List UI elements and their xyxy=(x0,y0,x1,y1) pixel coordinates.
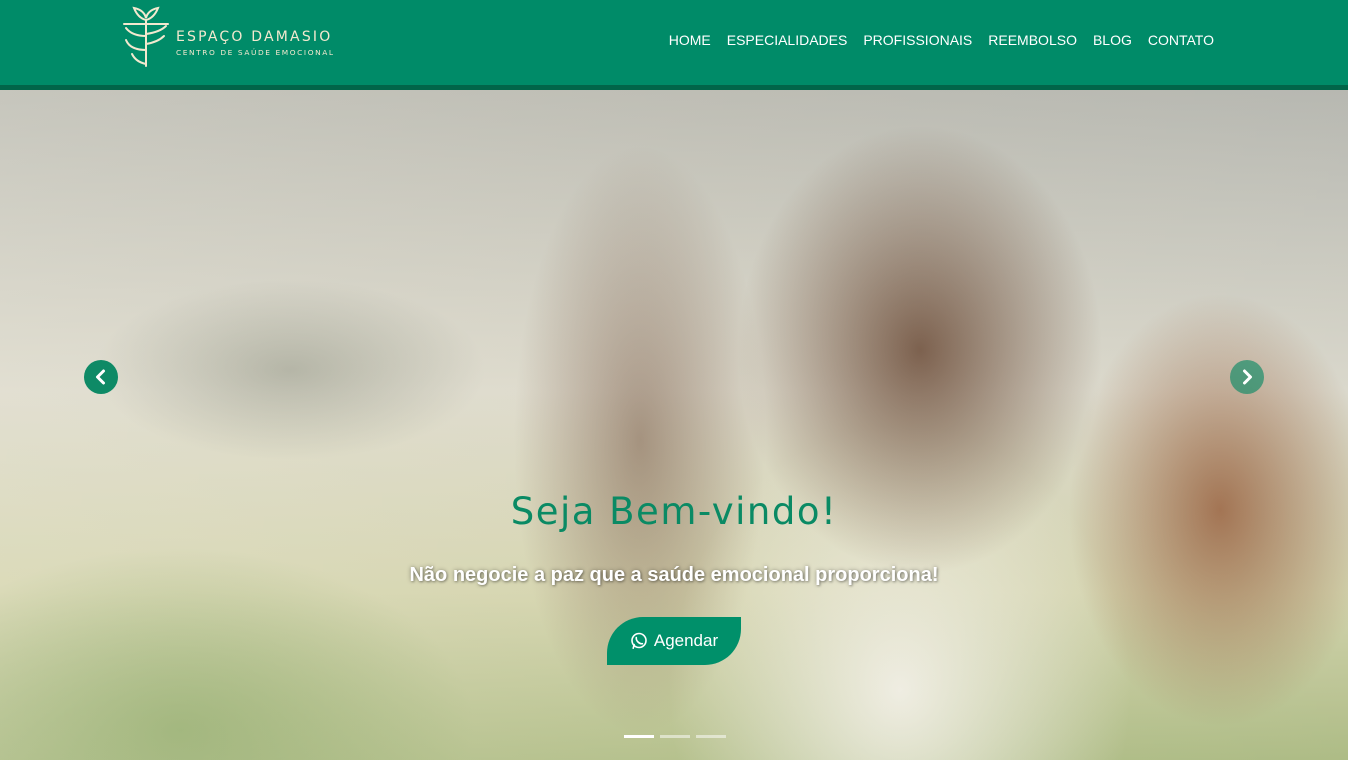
nav-item-home[interactable]: HOME xyxy=(661,32,719,48)
carousel-indicator[interactable] xyxy=(624,735,654,738)
hero-title: Seja Bem-vindo! xyxy=(510,490,838,533)
chevron-left-icon xyxy=(96,369,105,385)
brand-tagline: CENTRO DE SAÚDE EMOCIONAL xyxy=(176,48,335,57)
site-header: ESPAÇO DAMASIO CENTRO DE SAÚDE EMOCIONAL… xyxy=(0,0,1348,90)
hero-subtitle: Não negocie a paz que a saúde emocional … xyxy=(409,564,939,586)
carousel-indicators xyxy=(624,735,726,738)
carousel-indicator[interactable] xyxy=(660,735,690,738)
main-nav: HOME ESPECIALIDADES PROFISSIONAIS REEMBO… xyxy=(661,32,1222,48)
nav-item-contato[interactable]: CONTATO xyxy=(1140,32,1222,48)
brand-name: ESPAÇO DAMASIO xyxy=(176,29,333,45)
nav-item-reembolso[interactable]: REEMBOLSO xyxy=(980,32,1085,48)
hero-carousel: Seja Bem-vindo! Não negocie a paz que a … xyxy=(0,90,1348,760)
logo[interactable]: ESPAÇO DAMASIO CENTRO DE SAÚDE EMOCIONAL xyxy=(120,6,360,68)
carousel-next-button[interactable] xyxy=(1230,360,1264,394)
nav-item-profissionais[interactable]: PROFISSIONAIS xyxy=(855,32,980,48)
schedule-button[interactable]: Agendar xyxy=(607,617,741,665)
nav-item-especialidades[interactable]: ESPECIALIDADES xyxy=(719,32,856,48)
carousel-prev-button[interactable] xyxy=(84,360,118,394)
carousel-indicator[interactable] xyxy=(696,735,726,738)
chevron-right-icon xyxy=(1243,369,1252,385)
whatsapp-icon xyxy=(631,632,647,649)
schedule-button-label: Agendar xyxy=(653,631,719,650)
logo-icon xyxy=(123,6,169,67)
nav-item-blog[interactable]: BLOG xyxy=(1085,32,1140,48)
